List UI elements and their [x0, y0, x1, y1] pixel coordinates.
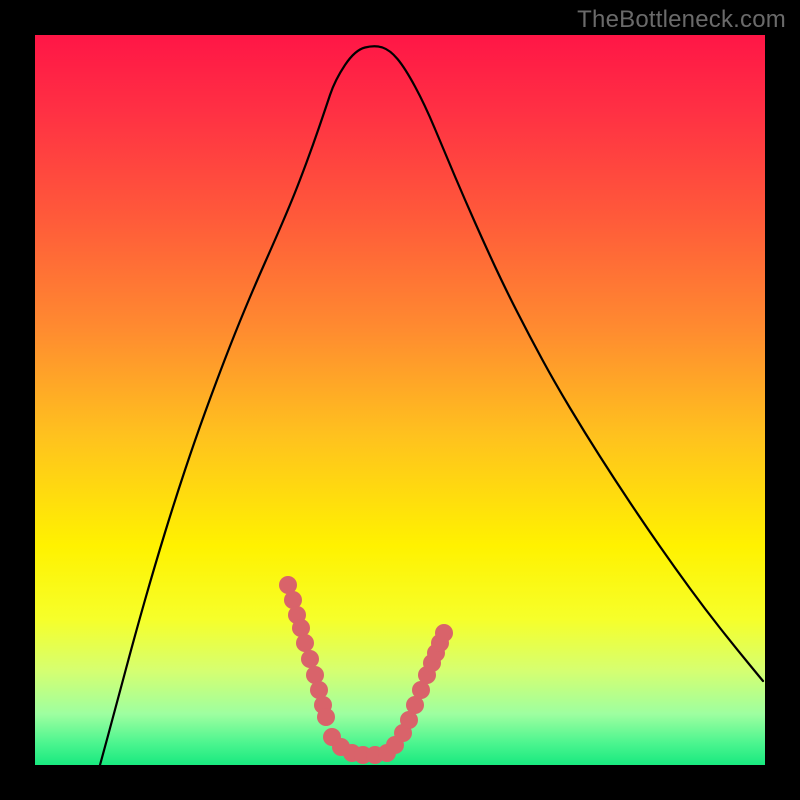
chart-frame: TheBottleneck.com: [0, 0, 800, 800]
plot-area: [35, 35, 765, 765]
marker-dot: [317, 708, 335, 726]
curve-layer: [35, 35, 765, 765]
marker-dot: [301, 650, 319, 668]
watermark-text: TheBottleneck.com: [577, 6, 786, 34]
marker-dot: [435, 624, 453, 642]
highlight-markers: [279, 576, 453, 764]
marker-dot: [296, 634, 314, 652]
